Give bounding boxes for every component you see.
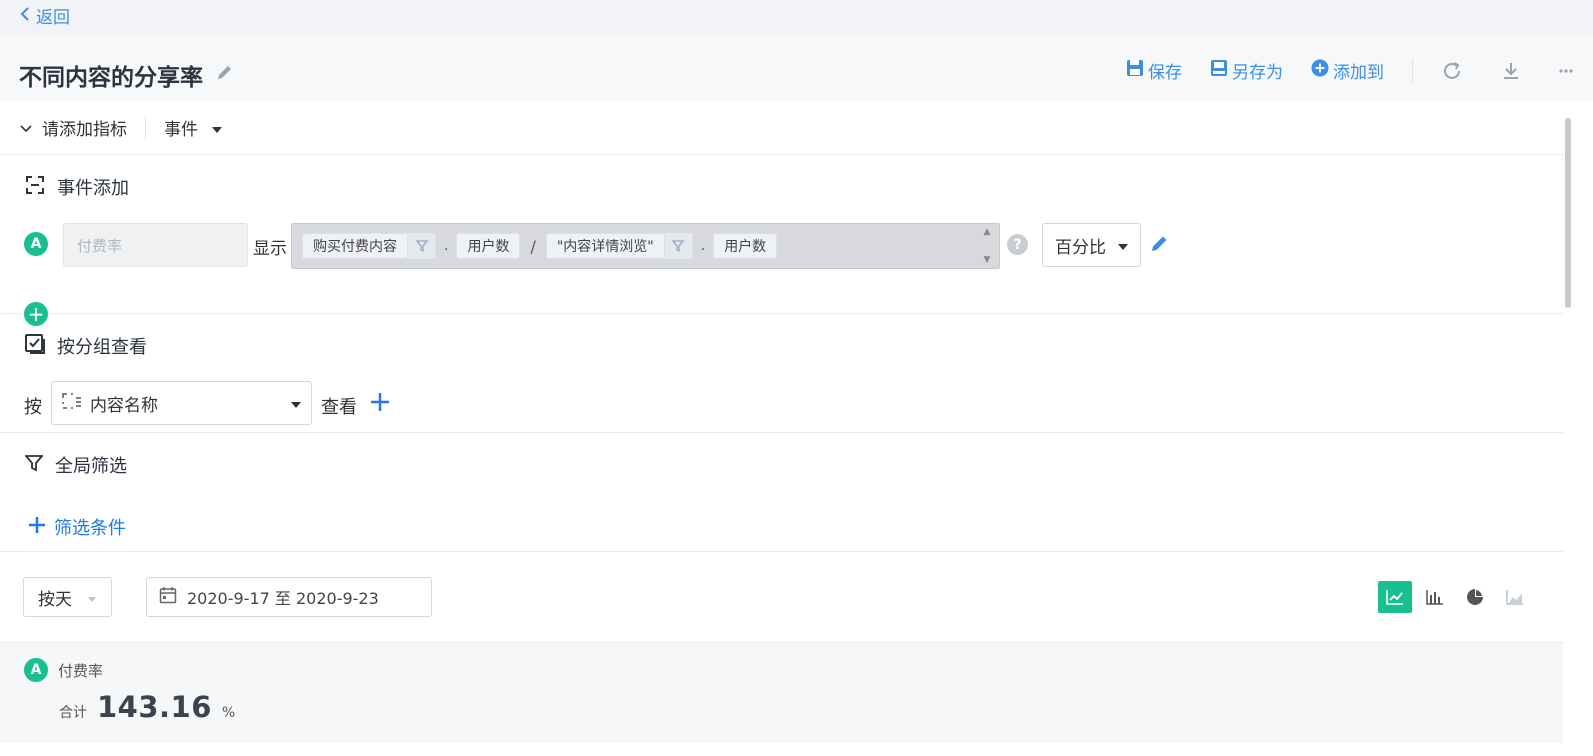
metric-name-input[interactable]: 付费率 bbox=[63, 223, 248, 267]
back-link[interactable]: 返回 bbox=[20, 3, 70, 28]
summary-header: A 付费率 bbox=[24, 658, 103, 682]
event-section-title: 事件添加 bbox=[57, 178, 129, 199]
pie-chart-icon[interactable] bbox=[1458, 581, 1492, 613]
chevron-down-icon bbox=[20, 118, 32, 138]
save-label: 保存 bbox=[1148, 63, 1182, 83]
date-range-value: 2020-9-17 至 2020-9-23 bbox=[187, 589, 379, 608]
dimension-icon bbox=[62, 392, 82, 414]
more-icon[interactable] bbox=[1559, 68, 1573, 74]
add-filter-button[interactable]: 筛选条件 bbox=[28, 514, 126, 540]
metric-toggle[interactable]: 请添加指标 bbox=[20, 115, 127, 140]
pencil-icon[interactable] bbox=[215, 62, 235, 88]
filter-icon[interactable] bbox=[407, 233, 435, 259]
filter-section-title: 全局筛选 bbox=[55, 456, 127, 477]
arrow-up-icon[interactable]: ▲ bbox=[984, 227, 991, 237]
scrollbar-thumb[interactable] bbox=[1565, 118, 1571, 308]
save-button[interactable]: 保存 bbox=[1126, 58, 1182, 83]
date-range-picker[interactable]: 2020-9-17 至 2020-9-23 bbox=[146, 577, 432, 617]
group-view-label: 查看 bbox=[321, 397, 357, 418]
formula-editor[interactable]: 购买付费内容 . 用户数 / "内容详情浏览" . 用户数 ▲ ▼ bbox=[291, 223, 1000, 269]
top-nav-bar: 返回 bbox=[0, 0, 1593, 36]
group-section-header: 按分组查看 bbox=[25, 333, 147, 359]
add-filter-label: 筛选条件 bbox=[54, 518, 126, 539]
event-type-label: 事件 bbox=[164, 120, 198, 140]
section-divider bbox=[0, 313, 1563, 314]
filter-section-header: 全局筛选 bbox=[24, 452, 127, 478]
section-divider bbox=[0, 551, 1563, 552]
calendar-icon bbox=[159, 586, 177, 608]
summary-metric-name: 付费率 bbox=[58, 661, 104, 680]
formula-event-2: "内容详情浏览" bbox=[556, 239, 654, 255]
page-title-wrap: 不同内容的分享率 bbox=[19, 58, 235, 92]
metric-bar: 请添加指标 事件 bbox=[0, 101, 1563, 155]
plus-circle-icon bbox=[1311, 59, 1329, 82]
download-icon[interactable] bbox=[1501, 61, 1521, 81]
formula-operator: / bbox=[530, 236, 536, 256]
show-label: 显示 bbox=[253, 239, 287, 259]
arrow-down-icon[interactable]: ▼ bbox=[984, 255, 991, 265]
filter-icon[interactable] bbox=[663, 233, 692, 259]
event-section-header: 事件添加 bbox=[25, 174, 129, 200]
group-section-title: 按分组查看 bbox=[57, 337, 147, 358]
header-actions: 保存 另存为 添加到 bbox=[1126, 58, 1593, 83]
group-field-select[interactable]: 内容名称 bbox=[51, 381, 312, 425]
formula-measure-2: 用户数 bbox=[724, 239, 767, 255]
chevron-left-icon bbox=[20, 6, 30, 26]
scan-icon bbox=[25, 175, 45, 200]
action-divider bbox=[1412, 58, 1413, 83]
chart-type-switcher bbox=[1378, 581, 1532, 613]
format-select[interactable]: 百分比 bbox=[1042, 223, 1141, 267]
add-group-icon[interactable] bbox=[370, 391, 390, 417]
summary-badge: A bbox=[24, 658, 48, 682]
formula-dot-1: . bbox=[444, 238, 449, 254]
add-metric-button[interactable]: + bbox=[24, 302, 48, 326]
edit-formula-icon[interactable] bbox=[1150, 233, 1170, 257]
formula-event-1: 购买付费内容 bbox=[313, 239, 397, 255]
metric-toggle-label: 请添加指标 bbox=[42, 120, 127, 140]
line-chart-icon[interactable] bbox=[1378, 581, 1412, 613]
save-as-button[interactable]: 另存为 bbox=[1210, 58, 1283, 83]
caret-down-icon bbox=[88, 587, 96, 607]
checkbox-icon[interactable] bbox=[25, 333, 45, 359]
formula-measure-1: 用户数 bbox=[467, 239, 510, 255]
formula-dot-2: . bbox=[700, 238, 706, 254]
add-to-button[interactable]: 添加到 bbox=[1311, 58, 1384, 83]
area-chart-icon[interactable] bbox=[1498, 581, 1532, 613]
total-value: 143.16 bbox=[97, 690, 212, 724]
formula-event-chip[interactable]: 购买付费内容 bbox=[302, 233, 436, 259]
summary-total: 合计 143.16 % bbox=[59, 690, 235, 724]
save-as-label: 另存为 bbox=[1232, 63, 1283, 83]
caret-down-icon bbox=[212, 118, 222, 138]
add-to-label: 添加到 bbox=[1333, 63, 1384, 83]
help-icon[interactable]: ? bbox=[1007, 234, 1028, 255]
event-type-dropdown[interactable]: 事件 bbox=[164, 115, 222, 140]
formula-measure-chip[interactable]: 用户数 bbox=[456, 233, 521, 259]
refresh-icon[interactable] bbox=[1441, 60, 1463, 82]
metric-badge: A bbox=[24, 232, 48, 256]
bar-chart-icon[interactable] bbox=[1418, 581, 1452, 613]
caret-down-icon bbox=[291, 393, 301, 413]
formula-measure-chip[interactable]: 用户数 bbox=[713, 233, 778, 259]
section-divider bbox=[0, 432, 1563, 433]
group-by-label: 按 bbox=[24, 397, 42, 418]
page-title: 不同内容的分享率 bbox=[19, 65, 203, 91]
format-select-value: 百分比 bbox=[1055, 237, 1106, 258]
back-label: 返回 bbox=[36, 8, 70, 28]
granularity-value: 按天 bbox=[38, 589, 72, 610]
caret-down-icon bbox=[1118, 235, 1128, 255]
metric-divider bbox=[145, 115, 146, 140]
total-label: 合计 bbox=[59, 705, 87, 721]
formula-scroll-arrows[interactable]: ▲ ▼ bbox=[979, 227, 995, 265]
title-bar: 不同内容的分享率 保存 另存为 添加到 bbox=[0, 36, 1593, 101]
save-as-icon bbox=[1210, 59, 1228, 82]
group-field-value: 内容名称 bbox=[90, 395, 158, 416]
funnel-icon bbox=[24, 454, 44, 477]
total-unit: % bbox=[221, 705, 236, 721]
formula-event-chip[interactable]: "内容详情浏览" bbox=[545, 233, 693, 259]
plus-icon bbox=[28, 516, 46, 539]
floppy-icon bbox=[1126, 59, 1144, 82]
granularity-select[interactable]: 按天 bbox=[23, 577, 112, 617]
